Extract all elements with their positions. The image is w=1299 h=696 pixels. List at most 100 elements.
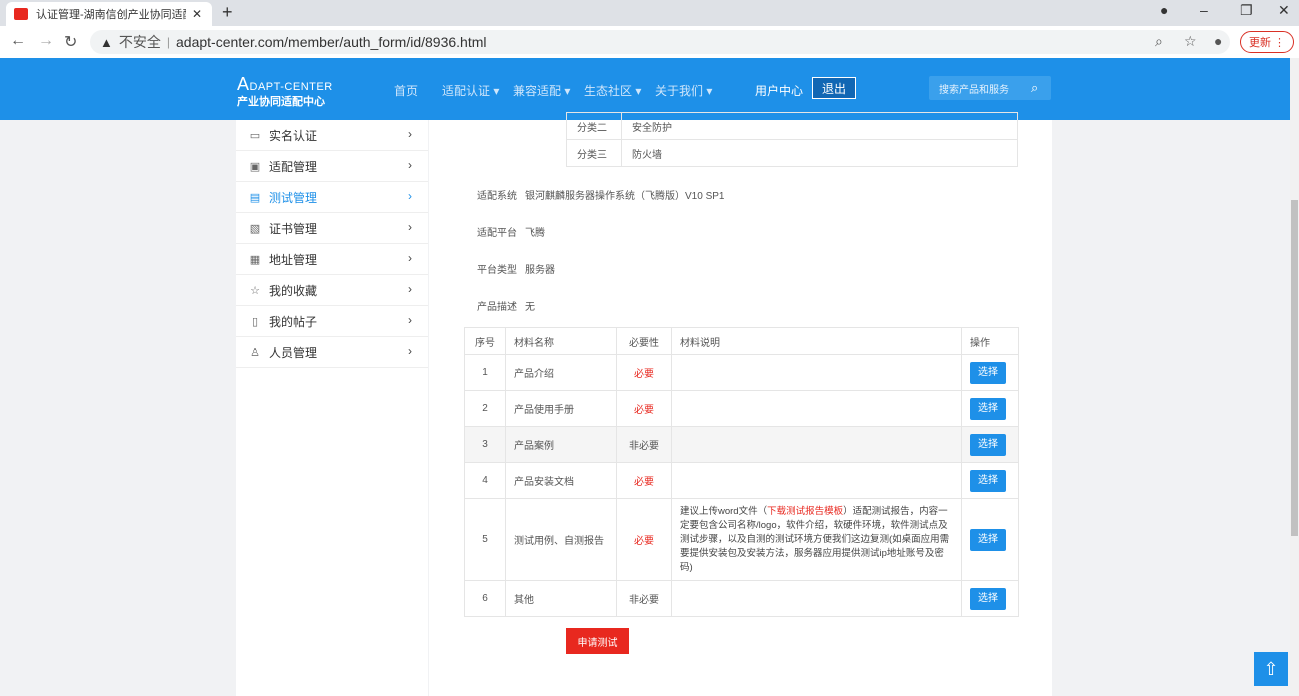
insecure-label[interactable]: 不安全: [119, 32, 161, 52]
table-row: 1 产品介绍 必要 选择: [464, 354, 1019, 391]
member-sidebar: ▭ 实名认证 › ▣ 适配管理 › ▤ 测试管理 › ▧ 证书管理 › ▦ 地址管理 › ☆ 我的收藏…: [236, 120, 428, 696]
site-logo[interactable]: ADAPT-CENTER 产业协同适配中心: [237, 74, 333, 109]
browser-tab[interactable]: 认证管理-湖南信创产业协同适配 ✕: [6, 2, 212, 26]
star-icon: ☆: [250, 284, 260, 297]
bookmark-star-icon[interactable]: ☆: [1184, 33, 1197, 50]
row-desc: [671, 580, 962, 617]
sidebar-item-label: 测试管理: [269, 190, 318, 205]
restore-icon[interactable]: ❐: [1240, 2, 1253, 19]
tab-close-icon[interactable]: ✕: [192, 7, 202, 21]
nav-user-center[interactable]: 用户中心: [755, 82, 803, 99]
new-tab-button[interactable]: +: [222, 2, 233, 23]
classification-key: 分类二: [566, 112, 622, 140]
table-row: 分类二 安全防护: [566, 112, 1018, 140]
zoom-icon[interactable]: ⌕: [1155, 33, 1163, 50]
sidebar-item-label: 实名认证: [269, 128, 318, 143]
logout-button[interactable]: 退出: [812, 77, 856, 99]
col-header-desc: 材料说明: [671, 327, 962, 355]
table-row: 6 其他 非必要 选择: [464, 580, 1019, 617]
update-button[interactable]: 更新 ⋮: [1240, 31, 1294, 53]
row-action-cell: 选择: [961, 498, 1019, 581]
choose-button[interactable]: 选择: [970, 528, 1006, 551]
nav-home[interactable]: 首页: [394, 82, 418, 99]
chevron-right-icon: ›: [408, 344, 412, 358]
row-need: 必要: [616, 390, 672, 427]
row-action-cell: 选择: [961, 462, 1019, 499]
classification-key: 分类三: [566, 139, 622, 167]
sidebar-item-adapt[interactable]: ▣ 适配管理 ›: [236, 151, 428, 182]
warning-icon: ▲: [100, 34, 113, 50]
logo-wordmark: DAPT-CENTER: [249, 81, 333, 93]
classification-table: 分类二 安全防护 分类三 防火墙: [566, 112, 1018, 167]
choose-button[interactable]: 选择: [970, 397, 1006, 420]
chevron-right-icon: ›: [408, 282, 412, 296]
sidebar-item-realname[interactable]: ▭ 实名认证 ›: [236, 120, 428, 151]
logout-label: 退出: [821, 81, 846, 96]
info-value: 飞腾: [525, 228, 545, 239]
sidebar-item-label: 我的帖子: [269, 314, 318, 329]
col-header-need: 必要性: [616, 327, 672, 355]
chevron-right-icon: ›: [408, 158, 412, 172]
choose-button[interactable]: 选择: [970, 433, 1006, 456]
row-name: 产品安装文档: [505, 462, 617, 499]
sidebar-item-people[interactable]: ♙ 人员管理 ›: [236, 337, 428, 368]
forward-icon[interactable]: →: [38, 32, 54, 50]
row-action-cell: 选择: [961, 580, 1019, 617]
browser-tab-bar: 认证管理-湖南信创产业协同适配 ✕ + ● – ❐ ✕: [0, 0, 1299, 26]
close-window-icon[interactable]: ✕: [1278, 2, 1290, 19]
row-action-cell: 选择: [961, 426, 1019, 463]
info-key: 产品描述: [477, 302, 517, 313]
apply-test-label: 申请测试: [577, 637, 618, 649]
row-name: 产品介绍: [505, 354, 617, 391]
minimize-icon[interactable]: –: [1200, 2, 1208, 18]
row-no: 2: [464, 390, 506, 427]
document-icon: ▤: [249, 191, 261, 204]
row-no: 3: [464, 426, 506, 463]
sidebar-item-test[interactable]: ▤ 测试管理 ›: [236, 182, 428, 213]
nav-community[interactable]: 生态社区 ▾: [584, 82, 641, 99]
table-header-row: 序号 材料名称 必要性 材料说明 操作: [464, 327, 1019, 355]
row-no: 4: [464, 462, 506, 499]
choose-button[interactable]: 选择: [970, 469, 1006, 492]
logo-letter: A: [237, 74, 250, 94]
scrollbar-thumb[interactable]: [1291, 200, 1298, 536]
info-row-description: 产品描述无: [465, 298, 535, 313]
sidebar-item-address[interactable]: ▦ 地址管理 ›: [236, 244, 428, 275]
monitor-icon: ▣: [249, 160, 261, 173]
choose-button[interactable]: 选择: [970, 361, 1006, 384]
reload-icon[interactable]: ↻: [64, 32, 77, 52]
row-name: 其他: [505, 580, 617, 617]
download-template-link[interactable]: 下载测试报告模板: [767, 506, 843, 517]
nav-compat[interactable]: 兼容适配 ▾: [513, 82, 570, 99]
back-to-top-icon[interactable]: ⇧: [1254, 652, 1288, 686]
row-need: 非必要: [616, 426, 672, 463]
url-text[interactable]: adapt-center.com/member/auth_form/id/893…: [176, 34, 487, 50]
site-search[interactable]: 搜索产品和服务 ⌕: [929, 76, 1051, 100]
update-label: 更新: [1248, 37, 1271, 49]
row-name: 产品案例: [505, 426, 617, 463]
site-favicon-icon: [14, 8, 28, 20]
sidebar-item-cert[interactable]: ▧ 证书管理 ›: [236, 213, 428, 244]
nav-certification[interactable]: 适配认证 ▾: [442, 82, 499, 99]
chevron-right-icon: ›: [408, 220, 412, 234]
classification-value: 安全防护: [621, 112, 1018, 140]
url-bar[interactable]: ▲ 不安全 | adapt-center.com/member/auth_for…: [90, 30, 1230, 54]
apply-test-button[interactable]: 申请测试: [566, 628, 629, 654]
classification-value: 防火墙: [621, 139, 1018, 167]
nav-about[interactable]: 关于我们 ▾: [655, 82, 712, 99]
profile-menu-icon[interactable]: ●: [1160, 2, 1168, 18]
row-need: 必要: [616, 498, 672, 581]
sidebar-item-posts[interactable]: ▯ 我的帖子 ›: [236, 306, 428, 337]
address-bar-row: ← → ↻ ▲ 不安全 | adapt-center.com/member/au…: [0, 26, 1299, 59]
info-value: 无: [525, 302, 535, 313]
info-key: 适配平台: [477, 228, 517, 239]
back-icon[interactable]: ←: [10, 32, 26, 50]
row-need: 必要: [616, 462, 672, 499]
account-icon[interactable]: ●: [1214, 33, 1222, 49]
search-icon[interactable]: ⌕: [1031, 80, 1038, 96]
table-row: 分类三 防火墙: [566, 139, 1018, 167]
sidebar-item-favorites[interactable]: ☆ 我的收藏 ›: [236, 275, 428, 306]
table-row: 3 产品案例 非必要 选择: [464, 426, 1019, 463]
choose-button[interactable]: 选择: [970, 587, 1006, 610]
desc-text: 建议上传word文件（: [680, 505, 768, 517]
